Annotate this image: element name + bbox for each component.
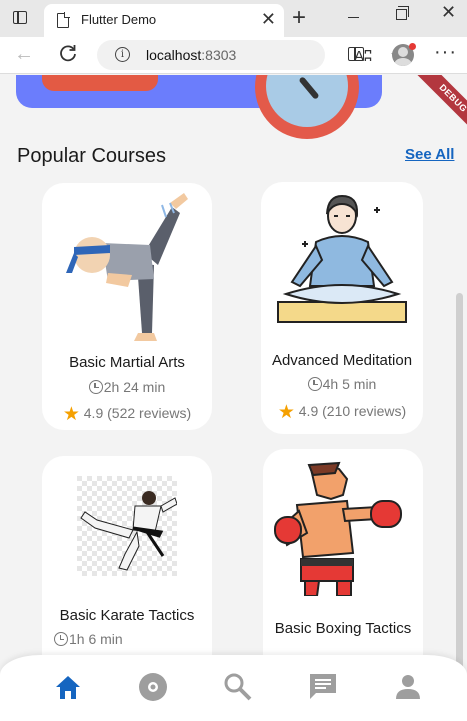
star-icon: ★: [277, 402, 295, 423]
tab-title: Flutter Demo: [81, 12, 157, 27]
page-icon: [57, 12, 70, 28]
course-name: Basic Karate Tactics: [59, 607, 195, 624]
back-arrow-icon[interactable]: ←: [14, 43, 34, 66]
karate-illustration: [77, 476, 177, 576]
course-rating: ★ 4.9 (522 reviews): [62, 404, 192, 425]
new-tab-button[interactable]: +: [292, 6, 306, 30]
course-card[interactable]: Advanced Meditation 4h 5 min ★ 4.9 (210 …: [261, 182, 423, 434]
tab-close-icon[interactable]: ✕: [261, 9, 276, 29]
site-info-icon[interactable]: i: [115, 47, 130, 62]
section-title: Popular Courses: [17, 145, 166, 167]
home-icon[interactable]: [52, 671, 84, 703]
star-icon: ★: [62, 404, 80, 425]
clock-icon: [88, 380, 103, 394]
search-icon[interactable]: [222, 671, 254, 703]
split-screen-icon[interactable]: [348, 47, 364, 61]
app-viewport: DEBUG Popular Courses See All Basic Mart…: [0, 75, 467, 721]
course-name: Basic Boxing Tactics: [274, 620, 412, 637]
scrollbar[interactable]: [456, 293, 463, 673]
course-card[interactable]: Basic Martial Arts 2h 24 min ★ 4.9 (522 …: [42, 183, 212, 430]
browser-toolbar: ← i localhost:8303 Aʭ ☆ ···: [0, 37, 467, 74]
address-bar[interactable]: i localhost:8303 Aʭ ☆: [97, 40, 407, 70]
meditation-illustration: [277, 194, 407, 323]
course-duration: 2h 24 min: [42, 379, 212, 395]
reload-icon[interactable]: [58, 43, 78, 63]
url-text[interactable]: localhost:8303: [146, 47, 236, 63]
boxing-illustration: [274, 461, 402, 596]
profile-icon[interactable]: [392, 671, 424, 703]
tab-actions-icon[interactable]: [13, 11, 27, 24]
course-card[interactable]: Basic Boxing Tactics: [263, 449, 423, 689]
chat-icon[interactable]: [307, 671, 339, 703]
bottom-navigation-bar: [0, 655, 467, 721]
more-menu-icon[interactable]: ···: [434, 41, 457, 64]
see-all-link[interactable]: See All: [405, 146, 454, 163]
restore-button[interactable]: [396, 6, 409, 20]
browser-tab[interactable]: Flutter Demo ✕: [44, 4, 284, 37]
martial-arts-illustration: [66, 193, 188, 341]
minimize-button[interactable]: [348, 17, 359, 19]
browser-titlebar: Flutter Demo ✕ + ✕: [0, 0, 467, 37]
close-window-button[interactable]: ✕: [441, 2, 456, 23]
course-rating: ★ 4.9 (210 reviews): [277, 402, 407, 423]
explore-icon[interactable]: [137, 671, 169, 703]
debug-banner: DEBUG: [408, 75, 467, 144]
course-name: Advanced Meditation: [271, 352, 413, 369]
clock-icon: [54, 632, 68, 646]
course-duration: 1h 6 min: [42, 631, 212, 647]
course-name: Basic Martial Arts: [69, 354, 185, 371]
clock-icon: [307, 377, 322, 391]
course-card[interactable]: Basic Karate Tactics 1h 6 min: [42, 456, 212, 686]
profile-notification-dot: [409, 43, 416, 50]
course-duration: 4h 5 min: [261, 376, 423, 392]
banner-button[interactable]: [42, 75, 158, 91]
